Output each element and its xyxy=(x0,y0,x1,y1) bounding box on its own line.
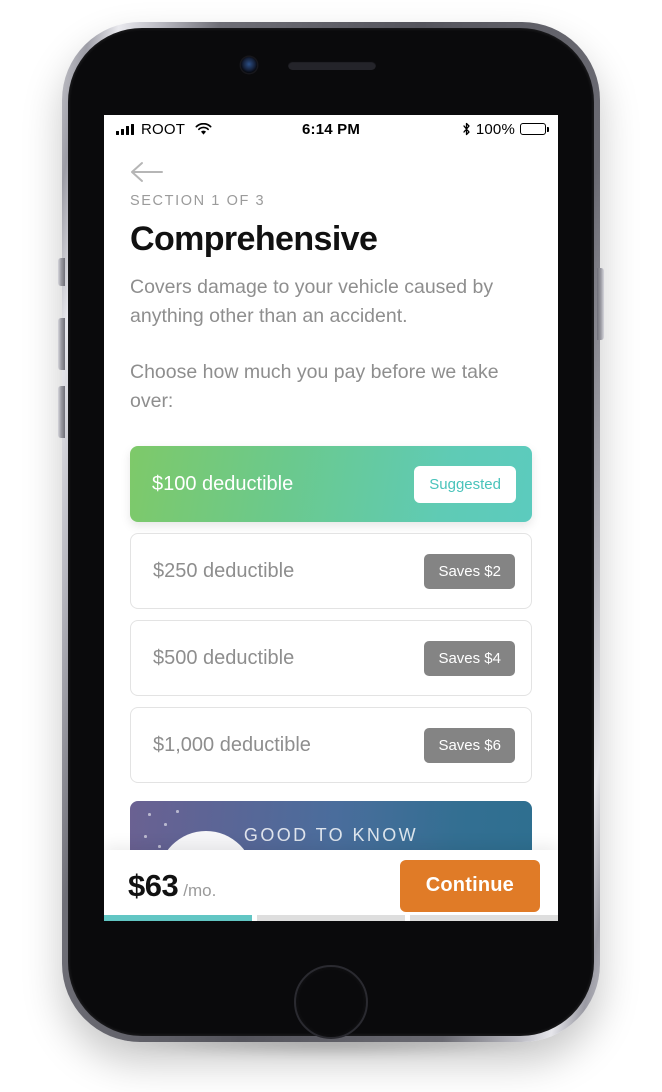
carrier-label: ROOT xyxy=(141,120,186,138)
wifi-icon xyxy=(195,122,212,136)
status-bar: ROOT 6:14 PM 100% xyxy=(104,115,558,143)
continue-button[interactable]: Continue xyxy=(399,859,540,912)
bottom-action-bar: $63 /mo. Continue xyxy=(104,850,558,921)
deductible-options-list: $100 deductible Suggested $250 deductibl… xyxy=(130,446,532,783)
good-to-know-label: GOOD TO KNOW xyxy=(243,825,419,845)
progress-segment-1 xyxy=(104,915,252,921)
battery-full-icon xyxy=(520,123,549,135)
progress-segment-2 xyxy=(257,915,405,921)
price-amount: $63 xyxy=(128,867,179,903)
savings-badge: Saves $2 xyxy=(424,553,515,589)
power-button[interactable] xyxy=(597,268,604,340)
ring-silent-switch[interactable] xyxy=(58,258,65,286)
home-button[interactable] xyxy=(294,965,368,1039)
deductible-option-250[interactable]: $250 deductible Saves $2 xyxy=(130,533,532,609)
monthly-price: $63 /mo. xyxy=(128,868,216,904)
option-label: $1,000 deductible xyxy=(153,733,311,756)
option-label: $500 deductible xyxy=(153,646,295,669)
phone-screen: ROOT 6:14 PM 100% SECTION 1 OF 3 Compreh… xyxy=(104,115,558,921)
coverage-description: Covers damage to your vehicle caused by … xyxy=(130,276,494,327)
deductible-prompt: Choose how much you pay before we take o… xyxy=(130,361,499,412)
price-period: /mo. xyxy=(183,880,217,900)
savings-badge: Saves $4 xyxy=(424,640,515,676)
volume-up-button[interactable] xyxy=(58,318,65,370)
progress-segment-3 xyxy=(410,915,558,921)
screenshot-stage: ROOT 6:14 PM 100% SECTION 1 OF 3 Compreh… xyxy=(0,0,662,1092)
section-progress-bar xyxy=(104,915,558,921)
page-title: Comprehensive xyxy=(130,220,378,258)
deductible-option-100[interactable]: $100 deductible Suggested xyxy=(130,446,532,522)
cellular-signal-icon xyxy=(116,123,134,135)
battery-percent-label: 100% xyxy=(475,120,515,138)
section-eyebrow: SECTION 1 OF 3 xyxy=(130,193,266,209)
screen-content: SECTION 1 OF 3 Comprehensive Covers dama… xyxy=(104,160,558,921)
status-bar-left: ROOT xyxy=(116,121,212,138)
option-label: $100 deductible xyxy=(152,472,294,495)
suggested-badge: Suggested xyxy=(414,465,516,503)
savings-badge: Saves $6 xyxy=(424,727,515,763)
front-camera-icon xyxy=(241,57,257,73)
status-bar-right: 100% xyxy=(462,120,549,138)
deductible-option-500[interactable]: $500 deductible Saves $4 xyxy=(130,620,532,696)
earpiece-speaker xyxy=(288,61,376,70)
back-arrow-icon[interactable] xyxy=(130,160,164,184)
option-label: $250 deductible xyxy=(153,559,295,582)
bluetooth-icon xyxy=(462,122,471,136)
volume-down-button[interactable] xyxy=(58,386,65,438)
deductible-option-1000[interactable]: $1,000 deductible Saves $6 xyxy=(130,707,532,783)
